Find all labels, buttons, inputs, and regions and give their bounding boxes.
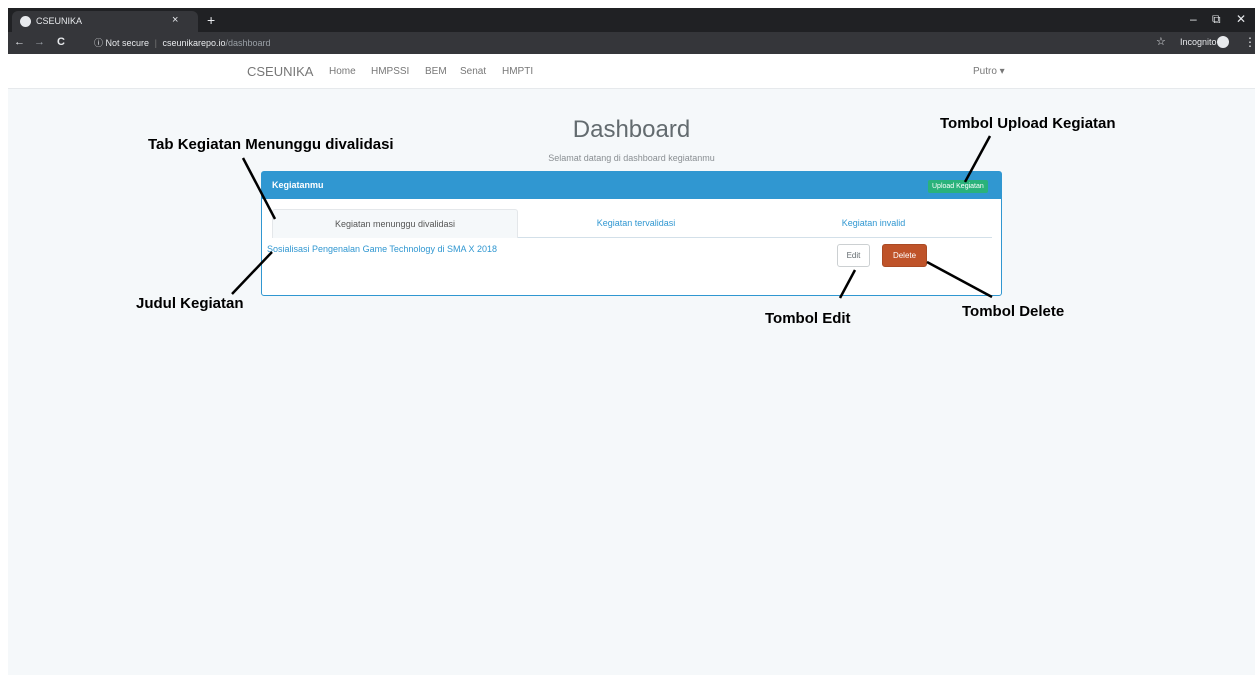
annotation-arrows: [231, 135, 993, 299]
arrow-delete: [926, 260, 993, 299]
arrow-upload: [963, 135, 992, 183]
arrow-edit: [838, 269, 857, 299]
arrow-tab: [241, 157, 277, 220]
arrow-judul: [231, 251, 273, 295]
